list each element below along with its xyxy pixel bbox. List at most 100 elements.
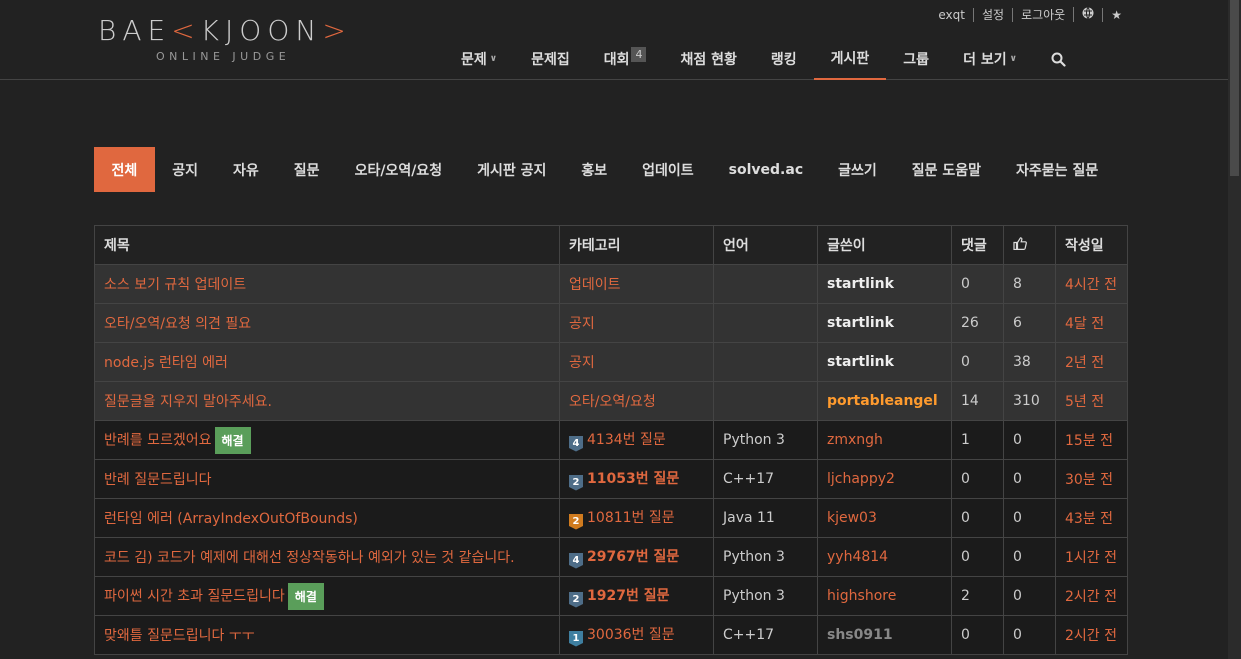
star-icon[interactable]: ★ xyxy=(1102,7,1130,22)
post-category[interactable]: 업데이트 xyxy=(559,264,714,304)
post-date[interactable]: 4달 전 xyxy=(1055,303,1128,343)
tier-icon: 2 xyxy=(569,591,583,608)
post-date[interactable]: 15분 전 xyxy=(1055,420,1128,460)
post-author[interactable]: portableangel xyxy=(817,381,952,421)
tab-free[interactable]: 자유 xyxy=(216,147,277,192)
post-likes: 8 xyxy=(1003,264,1056,304)
post-title[interactable]: node.js 런타임 에러 xyxy=(94,342,560,382)
tab-board-notice[interactable]: 게시판 공지 xyxy=(460,147,564,192)
post-title[interactable]: 소스 보기 규칙 업데이트 xyxy=(94,264,560,304)
post-category[interactable]: 공지 xyxy=(559,342,714,382)
post-date[interactable]: 1시간 전 xyxy=(1055,537,1128,577)
tier-icon: 1 xyxy=(569,630,583,647)
post-title[interactable]: 런타임 에러 (ArrayIndexOutOfBounds) xyxy=(94,498,560,538)
post-likes: 6 xyxy=(1003,303,1056,343)
post-date[interactable]: 43분 전 xyxy=(1055,498,1128,538)
post-title[interactable]: 파이썬 시간 초과 질문드립니다 해결 xyxy=(94,576,560,616)
tab-typo-request[interactable]: 오타/오역/요청 xyxy=(337,147,460,192)
tab-promotion[interactable]: 홍보 xyxy=(564,147,625,192)
logo-sub: ONLINE JUDGE xyxy=(156,50,291,63)
table-header-row: 제목 카테고리 언어 글쓴이 댓글 작성일 xyxy=(94,225,1128,265)
search-icon[interactable] xyxy=(1034,38,1083,80)
post-comments: 1 xyxy=(951,420,1004,460)
tab-question[interactable]: 질문 xyxy=(276,147,337,192)
post-likes: 0 xyxy=(1003,537,1056,577)
post-category[interactable]: 공지 xyxy=(559,303,714,343)
table-row: 반례 질문드립니다 2 11053번 질문 C++17 ljchappy2 0 0… xyxy=(94,459,1128,499)
post-language: Python 3 xyxy=(713,537,818,577)
post-likes: 0 xyxy=(1003,498,1056,538)
post-category[interactable]: 4 29767번 질문 xyxy=(559,537,714,577)
post-date[interactable]: 2시간 전 xyxy=(1055,615,1128,655)
post-date[interactable]: 5년 전 xyxy=(1055,381,1128,421)
post-title[interactable]: 맞왜틀 질문드립니다 ㅜㅜ xyxy=(94,615,560,655)
tab-all[interactable]: 전체 xyxy=(94,147,155,192)
tier-icon: 4 xyxy=(569,435,583,452)
nav-contest[interactable]: 대회 4 xyxy=(587,38,664,80)
post-author[interactable]: shs0911 xyxy=(817,615,952,655)
post-language: C++17 xyxy=(713,615,818,655)
post-author[interactable]: yyh4814 xyxy=(817,537,952,577)
post-likes: 38 xyxy=(1003,342,1056,382)
post-title[interactable]: 코드 김) 코드가 예제에 대해선 정상작동하나 예외가 있는 것 같습니다. xyxy=(94,537,560,577)
post-category[interactable]: 1 30036번 질문 xyxy=(559,615,714,655)
post-category[interactable]: 4 4134번 질문 xyxy=(559,420,714,460)
tab-notice[interactable]: 공지 xyxy=(155,147,216,192)
tab-faq[interactable]: 자주묻는 질문 xyxy=(999,147,1116,192)
post-author[interactable]: kjew03 xyxy=(817,498,952,538)
post-title[interactable]: 오타/오역/요청 의견 필요 xyxy=(94,303,560,343)
header-likes xyxy=(1003,225,1056,265)
post-title[interactable]: 반례를 모르겠어요 해결 xyxy=(94,420,560,460)
post-date[interactable]: 2년 전 xyxy=(1055,342,1128,382)
table-row: 반례를 모르겠어요 해결 4 4134번 질문 Python 3 zmxngh 1 … xyxy=(94,420,1128,460)
settings-link[interactable]: 설정 xyxy=(972,7,1012,22)
post-author[interactable]: zmxngh xyxy=(817,420,952,460)
logo-main: BAE<KJOON> xyxy=(98,14,352,47)
nav-problems[interactable]: 문제 ∨ xyxy=(444,38,514,80)
post-comments: 26 xyxy=(951,303,1004,343)
header-author: 글쓴이 xyxy=(817,225,952,265)
post-title[interactable]: 질문글을 지우지 말아주세요. xyxy=(94,381,560,421)
nav-ranking[interactable]: 랭킹 xyxy=(754,38,814,80)
post-language xyxy=(713,264,818,304)
post-likes: 0 xyxy=(1003,576,1056,616)
post-category[interactable]: 오타/오역/요청 xyxy=(559,381,714,421)
post-author[interactable]: ljchappy2 xyxy=(817,459,952,499)
post-date[interactable]: 4시간 전 xyxy=(1055,264,1128,304)
tab-write[interactable]: 글쓰기 xyxy=(821,147,895,192)
post-comments: 0 xyxy=(951,264,1004,304)
board-tabs: 전체 공지 자유 질문 오타/오역/요청 게시판 공지 홍보 업데이트 solv… xyxy=(94,147,1116,192)
tab-question-help[interactable]: 질문 도움말 xyxy=(894,147,998,192)
tab-update[interactable]: 업데이트 xyxy=(625,147,712,192)
post-title[interactable]: 반례 질문드립니다 xyxy=(94,459,560,499)
header-category: 카테고리 xyxy=(559,225,714,265)
post-author[interactable]: startlink xyxy=(817,342,952,382)
post-likes: 0 xyxy=(1003,615,1056,655)
post-date[interactable]: 30분 전 xyxy=(1055,459,1128,499)
header-title: 제목 xyxy=(94,225,560,265)
post-category[interactable]: 2 1927번 질문 xyxy=(559,576,714,616)
post-comments: 0 xyxy=(951,615,1004,655)
table-row: 질문글을 지우지 말아주세요. 오타/오역/요청 portableangel 1… xyxy=(94,381,1128,421)
logout-link[interactable]: 로그아웃 xyxy=(1012,7,1073,22)
username-link[interactable]: exqt xyxy=(930,8,973,22)
scrollbar-thumb[interactable] xyxy=(1230,0,1239,176)
scrollbar[interactable] xyxy=(1228,0,1241,659)
nav-board[interactable]: 게시판 xyxy=(813,38,887,80)
nav-status[interactable]: 채점 현황 xyxy=(663,38,753,80)
post-comments: 0 xyxy=(951,537,1004,577)
post-category[interactable]: 2 10811번 질문 xyxy=(559,498,714,538)
tab-solvedac[interactable]: solved.ac xyxy=(711,147,820,192)
post-date[interactable]: 2시간 전 xyxy=(1055,576,1128,616)
post-likes: 0 xyxy=(1003,459,1056,499)
nav-more[interactable]: 더 보기 ∨ xyxy=(946,38,1034,80)
nav-workbook[interactable]: 문제집 xyxy=(514,38,587,80)
nav-group[interactable]: 그룹 xyxy=(886,38,946,80)
top-links: exqt 설정 로그아웃 ★ xyxy=(930,7,1130,22)
logo[interactable]: BAE<KJOON> ONLINE JUDGE xyxy=(98,14,352,63)
post-author[interactable]: highshore xyxy=(817,576,952,616)
globe-icon[interactable] xyxy=(1073,7,1102,22)
post-author[interactable]: startlink xyxy=(817,303,952,343)
post-category[interactable]: 2 11053번 질문 xyxy=(559,459,714,499)
post-author[interactable]: startlink xyxy=(817,264,952,304)
